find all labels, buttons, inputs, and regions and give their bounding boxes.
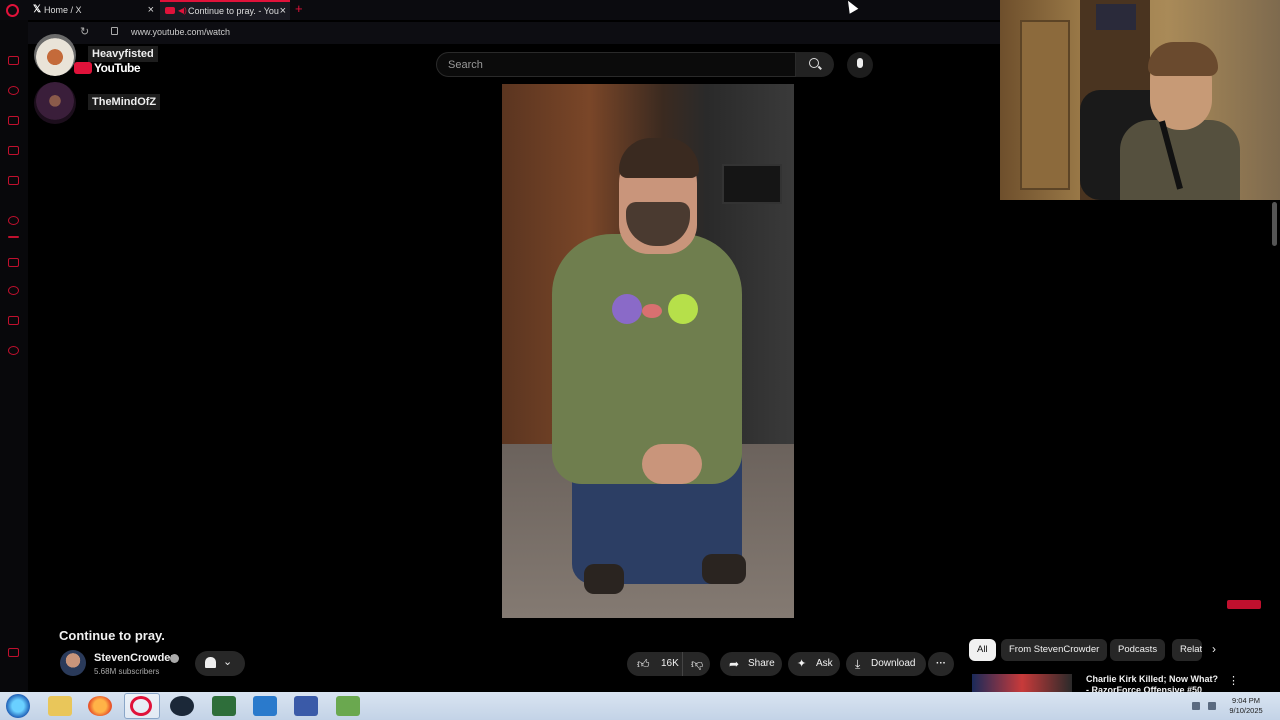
webcam-flag-case: [1096, 4, 1136, 30]
tray-arrow-icon[interactable]: [1192, 702, 1200, 710]
history-icon[interactable]: [8, 286, 19, 295]
whatsapp-icon[interactable]: [8, 216, 19, 225]
video-person-shoe: [584, 564, 624, 594]
divider-icon: [8, 236, 19, 238]
visual-studio-icon[interactable]: [294, 696, 318, 716]
file-explorer-icon[interactable]: [48, 696, 72, 716]
reload-icon[interactable]: ↻: [80, 25, 89, 38]
subscriber-count: 5.68M subscribers: [94, 667, 160, 676]
webcam-person-hair: [1148, 42, 1218, 76]
scrollbar[interactable]: [1270, 200, 1278, 692]
start-button[interactable]: [6, 694, 30, 718]
more-icon[interactable]: [8, 648, 19, 657]
webcam-door: [1020, 20, 1070, 190]
search-input[interactable]: [448, 59, 778, 71]
tab-label: Continue to pray. - You: [188, 6, 279, 16]
notifications-button[interactable]: ⌄: [195, 651, 245, 676]
play-icon: [74, 61, 92, 74]
close-icon[interactable]: ×: [280, 2, 286, 20]
speaker-icon[interactable]: ◀): [178, 2, 187, 20]
aria-icon[interactable]: [8, 86, 19, 95]
tab-home-x[interactable]: 𝕏 Home / X ×: [30, 0, 158, 20]
video-title: Continue to pray.: [59, 628, 165, 643]
verified-icon: [170, 654, 179, 663]
recommendation-title[interactable]: Charlie Kirk Killed; Now What? - RazorFo…: [1086, 674, 1222, 692]
ask-label: Ask: [816, 658, 833, 669]
bell-icon: [205, 657, 216, 668]
subscribe-watermark[interactable]: [1227, 600, 1261, 609]
url-field[interactable]: www.youtube.com/watch: [131, 27, 230, 37]
video-player[interactable]: [502, 84, 794, 618]
video-person-hands: [642, 444, 702, 484]
cube-icon[interactable]: [8, 316, 19, 325]
network-tool-icon[interactable]: [336, 696, 360, 716]
avatar: [34, 82, 76, 124]
video-person-shoe: [702, 554, 746, 584]
new-tab-button[interactable]: +: [295, 0, 303, 18]
search-icon: [809, 58, 819, 68]
address-bar: ↻ www.youtube.com/watch: [28, 22, 1000, 44]
shirt-graphic: [612, 294, 702, 330]
close-icon[interactable]: ×: [148, 0, 154, 20]
chevron-right-icon[interactable]: ›: [1212, 642, 1216, 656]
thumbs-up-icon: 👍︎: [637, 657, 650, 671]
share-button[interactable]: ➦ Share: [720, 652, 782, 676]
chip-related[interactable]: Relat: [1172, 639, 1202, 661]
chevron-down-icon: ⌄: [223, 656, 233, 668]
youtube-favicon-icon: [165, 7, 175, 14]
x-logo-icon: 𝕏: [33, 4, 42, 15]
channel-name[interactable]: StevenCrowder: [94, 652, 175, 664]
download-button[interactable]: ⤓ Download: [846, 652, 926, 676]
chip-all[interactable]: All: [969, 639, 996, 661]
cheat-engine-icon[interactable]: [212, 696, 236, 716]
download-icon: ⤓: [855, 657, 861, 671]
download-label: Download: [871, 658, 916, 669]
opera-logo-icon[interactable]: [6, 4, 19, 17]
video-background-monitor: [722, 164, 782, 204]
steam-icon[interactable]: [170, 696, 194, 716]
more-actions-button[interactable]: ···: [928, 652, 954, 676]
microphone-icon: [857, 58, 863, 68]
gamepad-icon[interactable]: [8, 56, 19, 65]
kebab-menu-icon[interactable]: ⋮: [1228, 674, 1239, 687]
taskbar-clock[interactable]: 9:04 PM 9/10/2025: [1226, 696, 1266, 716]
ask-button[interactable]: ✦ Ask: [788, 652, 840, 676]
pencil-icon[interactable]: [8, 258, 19, 267]
video-person-hair: [619, 138, 699, 178]
share-label: Share: [748, 658, 775, 669]
chat-username: Heavyfisted: [88, 46, 158, 62]
settings-icon[interactable]: [8, 346, 19, 355]
dislike-button[interactable]: 👎︎: [682, 652, 710, 676]
instagram-icon[interactable]: [8, 176, 19, 185]
recommendation-thumbnail[interactable]: [972, 674, 1072, 692]
search-button[interactable]: [796, 52, 834, 77]
thumbs-down-icon: 👎︎: [691, 657, 704, 671]
scrollbar-thumb[interactable]: [1272, 202, 1277, 246]
browser-sidebar: [0, 20, 28, 692]
opera-icon[interactable]: [130, 696, 152, 716]
lock-icon[interactable]: [111, 27, 118, 35]
sparkle-icon: ✦: [797, 658, 807, 670]
firefox-icon[interactable]: [88, 696, 112, 716]
chat-username: TheMindOfZ: [88, 94, 161, 110]
bag-icon[interactable]: [8, 116, 19, 125]
avatar: [34, 34, 76, 76]
chip-podcasts[interactable]: Podcasts: [1110, 639, 1166, 661]
webcam-overlay: [1000, 0, 1280, 200]
twitch-icon[interactable]: [8, 146, 19, 155]
video-person-body: [552, 234, 742, 484]
tab-label: Home / X: [44, 5, 82, 15]
like-count: 16K: [661, 658, 679, 669]
search-box: [436, 52, 796, 77]
channel-avatar[interactable]: [60, 650, 86, 676]
share-icon: ➦: [729, 657, 740, 671]
vscode-icon[interactable]: [253, 696, 277, 716]
clock-time: 9:04 PM: [1232, 696, 1260, 705]
voice-search-button[interactable]: [847, 52, 873, 78]
chip-from-channel[interactable]: From StevenCrowder: [1001, 639, 1108, 661]
tab-youtube[interactable]: ◀) Continue to pray. - You ×: [160, 0, 290, 20]
clock-date: 9/10/2025: [1229, 706, 1263, 715]
network-icon[interactable]: [1208, 702, 1216, 710]
taskbar: [0, 692, 1280, 720]
